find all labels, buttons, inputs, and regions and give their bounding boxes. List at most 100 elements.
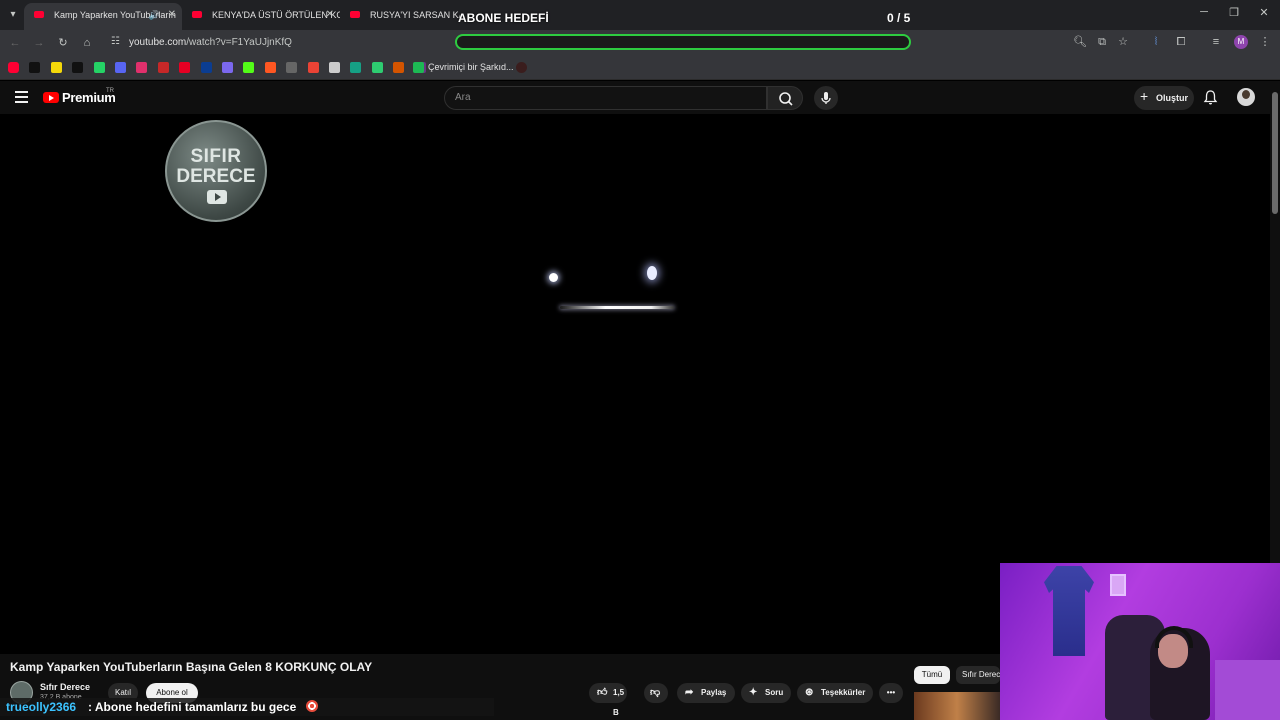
bookmark-icon[interactable] <box>157 62 169 73</box>
reload-icon[interactable]: ↻ <box>55 35 71 51</box>
bookmark-icon[interactable] <box>243 62 255 73</box>
share-button[interactable]: ➦ Paylaş <box>677 683 735 703</box>
subscriber-goal-progress-bar <box>455 34 911 50</box>
play-icon <box>207 190 227 204</box>
bookmark-icon[interactable] <box>136 62 148 73</box>
bookmarks-bar <box>0 56 1280 80</box>
voice-search-button[interactable] <box>814 86 838 110</box>
search-input[interactable] <box>444 86 767 110</box>
forward-arrow-icon[interactable]: → <box>31 35 47 51</box>
microphone-icon <box>821 92 831 104</box>
tab-search-icon[interactable]: ▾ <box>4 6 22 24</box>
video-light-streak <box>560 306 674 309</box>
subscriber-goal-title: ABONE HEDEFİ <box>458 11 549 25</box>
profile-avatar[interactable]: M <box>1234 35 1248 49</box>
media-control-icon[interactable]: ≡ <box>1209 35 1223 49</box>
bookmark-misc-icon[interactable] <box>516 62 527 73</box>
bookmark-icon[interactable] <box>72 62 84 73</box>
bookmark-icon[interactable] <box>8 62 19 73</box>
bookmark-star-icon[interactable]: ☆ <box>1116 35 1130 49</box>
bookmark-icon[interactable] <box>329 62 340 73</box>
ask-label: Soru <box>765 688 784 697</box>
like-count: 1,5 B <box>613 688 625 717</box>
bookmark-music-icon[interactable] <box>413 62 424 73</box>
thanks-label: Teşekkürler <box>821 688 866 697</box>
thumbs-up-icon: 👍︎ <box>597 687 608 698</box>
tab-title: RUSYA'YI SARSAN KARANLIK <box>370 10 460 20</box>
back-arrow-icon[interactable]: ← <box>7 35 23 51</box>
window-close-icon[interactable]: ✕ <box>1254 6 1274 19</box>
minimize-icon[interactable]: ─ <box>1194 6 1214 18</box>
bookmark-icon[interactable] <box>179 62 191 73</box>
plus-icon: + <box>1140 88 1149 104</box>
tab-rusya[interactable]: RUSYA'YI SARSAN KARANLIK <box>340 3 460 30</box>
account-avatar[interactable] <box>1237 88 1255 106</box>
url-path: /watch?v=F1YaUJjnKfQ <box>186 37 292 48</box>
youtube-favicon-icon <box>192 11 202 18</box>
share-arrow-icon: ➦ <box>685 687 694 698</box>
recommended-video-thumbnail[interactable] <box>914 692 1000 720</box>
site-info-icon[interactable]: ☷ <box>111 36 123 48</box>
scrollbar-thumb[interactable] <box>1272 92 1278 214</box>
bookmark-icon[interactable] <box>307 62 319 73</box>
zoom-icon[interactable]: 🔍︎ <box>1073 35 1087 49</box>
tab-title: KENYA'DA ÜSTÜ ÖRTÜLEN KOR <box>212 10 340 20</box>
extensions-puzzle-icon[interactable]: ⧠ <box>1174 35 1188 49</box>
dislike-button[interactable]: 👎︎ <box>644 683 668 703</box>
webcam-wall-frame <box>1110 574 1126 596</box>
super-thanks-icon: ⊛ <box>805 687 814 698</box>
search-placeholder: Ara <box>455 92 471 103</box>
browser-menu-icon[interactable]: ⋮ <box>1258 35 1272 49</box>
notifications-bell-icon[interactable] <box>1202 89 1219 106</box>
speaker-icon[interactable]: 🔊 <box>149 3 160 27</box>
chat-username: trueolly2366 <box>6 700 77 714</box>
more-horizontal-icon: ••• <box>886 688 896 697</box>
restore-icon[interactable]: ❐ <box>1224 6 1244 19</box>
bookmark-label[interactable]: Çevrimiçi bir Şarkıd... <box>428 62 514 72</box>
tab-close-icon[interactable]: ✕ <box>326 3 334 27</box>
install-app-icon[interactable]: ⧉ <box>1095 35 1109 49</box>
chip-all[interactable]: Tümü <box>914 666 950 684</box>
address-bar[interactable]: youtube.com/watch?v=F1YaUJjnKfQ <box>129 37 292 48</box>
extension-audio-icon[interactable]: ⦚ <box>1149 35 1163 49</box>
search-button[interactable] <box>767 86 803 110</box>
more-actions-button[interactable]: ••• <box>879 683 903 703</box>
channel-name[interactable]: Sıfır Derece <box>40 682 90 692</box>
bookmark-icon[interactable] <box>371 62 383 73</box>
watermark-line1: SIFIR <box>190 146 242 167</box>
watermark-line2: DERECE <box>176 166 256 187</box>
bookmark-icon[interactable] <box>200 62 212 73</box>
thumbs-down-icon: 👎︎ <box>650 687 661 698</box>
video-title: Kamp Yaparken YouTuberların Başına Gelen… <box>10 660 373 674</box>
like-button[interactable]: 👍︎ 1,5 B <box>589 683 627 717</box>
tab-close-icon[interactable]: ✕ <box>168 3 176 27</box>
bookmark-icon[interactable] <box>29 62 41 73</box>
region-code: TR <box>106 88 114 94</box>
bookmark-icon[interactable] <box>222 62 233 73</box>
chip-channel[interactable]: Sıfır Derece <box>956 666 1000 684</box>
bookmark-icon[interactable] <box>264 62 276 73</box>
bookmark-icon[interactable] <box>286 62 298 73</box>
bookmark-icon[interactable] <box>50 62 62 73</box>
tab-active[interactable]: Kamp Yaparken YouTuberların 🔊 ✕ <box>24 3 182 30</box>
bookmark-icon[interactable] <box>93 62 105 73</box>
subscriber-goal-count: 0 / 5 <box>887 11 911 25</box>
youtube-favicon-icon <box>350 11 360 18</box>
search-icon <box>779 92 793 106</box>
youtube-logo-icon[interactable] <box>43 92 59 103</box>
bookmark-icon[interactable] <box>115 62 126 73</box>
video-light-glow <box>647 266 657 280</box>
home-icon[interactable]: ⌂ <box>79 35 95 51</box>
thanks-button[interactable]: ⊛ Teşekkürler <box>797 683 873 703</box>
ask-button[interactable]: ✦ Soru <box>741 683 791 703</box>
guide-menu-icon[interactable] <box>15 91 28 103</box>
sparkle-icon: ✦ <box>749 687 758 698</box>
bookmark-icon[interactable] <box>393 62 405 73</box>
chat-message: : Abone hedefini tamamlarız bu gece <box>88 700 297 714</box>
bookmark-icon[interactable] <box>350 62 362 73</box>
tab-kenya[interactable]: KENYA'DA ÜSTÜ ÖRTÜLEN KOR ✕ <box>182 3 340 30</box>
channel-watermark[interactable]: SIFIR DERECE <box>165 120 267 222</box>
url-domain: youtube.com <box>129 37 187 48</box>
target-emoji-icon <box>306 700 318 712</box>
youtube-favicon-icon <box>34 11 44 18</box>
